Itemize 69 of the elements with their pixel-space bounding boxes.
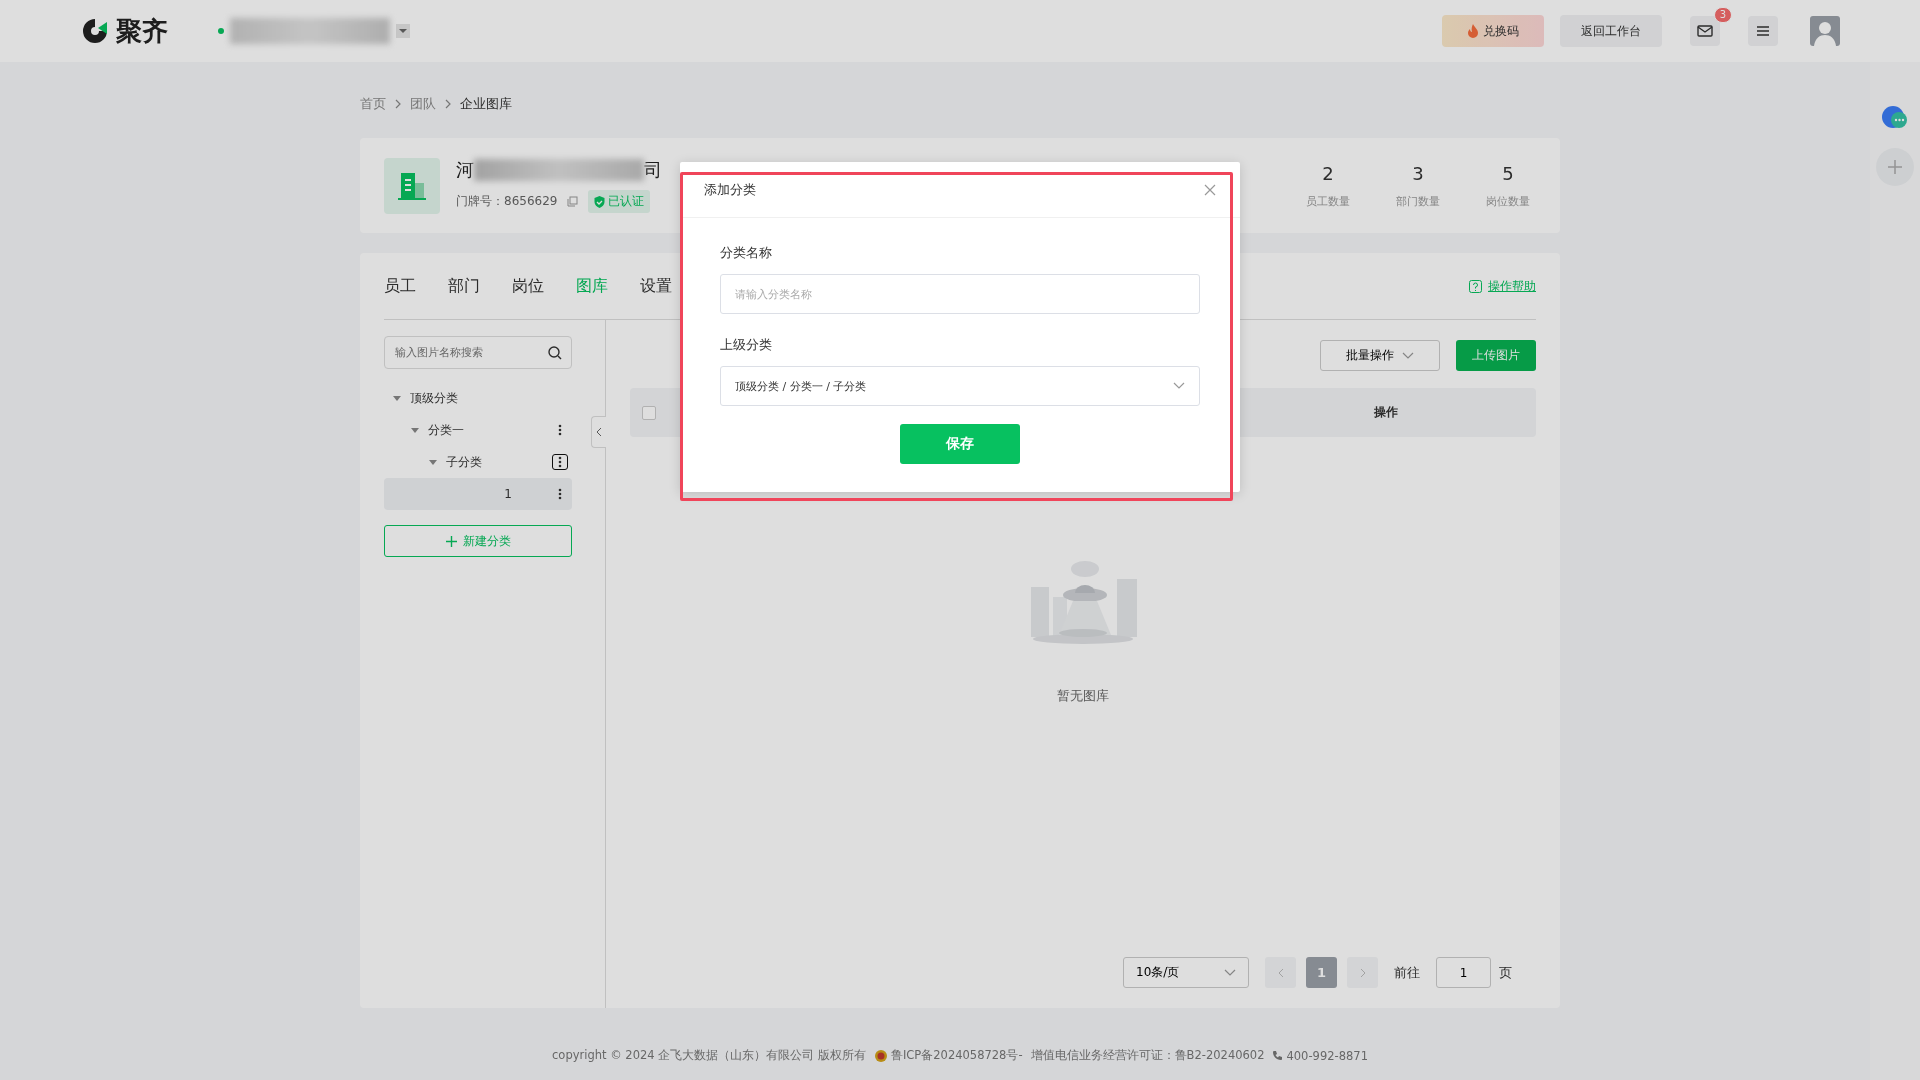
redeem-button[interactable]: 兑换码 [1442,15,1544,47]
company-name: 河 [456,158,474,182]
tree-item[interactable]: 1 [384,478,572,510]
tab[interactable]: 部门 [448,275,512,297]
plus-icon [445,535,457,547]
stat-value: 2 [1322,162,1334,184]
chevron-right-icon [444,99,452,109]
more-icon[interactable] [552,454,568,470]
empty-text: 暂无图库 [1057,687,1109,705]
goto-label: 前往 [1394,963,1420,982]
tree-item[interactable]: 分类一 [384,414,572,446]
chevron-left-icon [596,427,602,437]
tab[interactable]: 设置 [640,275,704,297]
search-icon[interactable] [548,346,562,360]
field-label: 分类名称 [720,244,773,262]
status-dot-icon [218,28,224,34]
shield-check-icon [594,195,606,208]
checkbox[interactable] [642,405,656,420]
field-label: 上级分类 [720,336,773,354]
caret-down-icon[interactable] [392,393,402,403]
stat-label: 部门数量 [1396,193,1440,209]
stat-label: 员工数量 [1306,193,1350,209]
copyright-text: copyright © 2024 企飞大数据（山东）有限公司 版权所有 [552,1048,866,1063]
tree-item[interactable]: 顶级分类 [384,382,572,414]
search-field[interactable]: 输入图片名称搜索 [384,336,572,369]
add-icon[interactable] [1876,148,1914,186]
column-header: 操作 [1373,404,1399,421]
phone-number: 400-992-8871 [1286,1048,1368,1063]
menu-icon[interactable] [1748,16,1778,46]
stat-value: 5 [1502,162,1514,184]
verified-tag: 已认证 [588,190,651,213]
company-name: 司 [644,158,662,182]
page-input[interactable]: 1 [1436,957,1491,988]
icp-link[interactable]: 鲁ICP备2024058728号- [890,1048,1023,1063]
chevron-right-icon [394,99,402,109]
avatar-icon[interactable] [1810,16,1840,46]
batch-action-button[interactable]: 批量操作 [1320,340,1440,371]
tree-item[interactable]: 子分类 [384,446,572,478]
flame-icon [1467,24,1479,38]
dropdown-icon[interactable] [396,24,410,38]
help-icon[interactable] [1469,279,1482,293]
logo-icon [80,16,110,46]
parent-category-select[interactable]: 顶级分类 / 分类一 / 子分类 [720,366,1200,406]
page-suffix: 页 [1499,963,1512,982]
license-text: 增值电信业务经营许可证：鲁B2-20240602 [1030,1048,1265,1063]
category-name-field[interactable]: 请输入分类名称 [720,274,1200,314]
police-emblem-icon [873,1048,888,1063]
building-icon [384,157,440,214]
logo-text: 聚齐 [116,14,168,48]
caret-down-icon[interactable] [410,425,420,435]
tab[interactable]: 岗位 [512,275,576,297]
phone-icon [1272,1050,1284,1061]
mail-icon [1697,25,1713,37]
door-number: 门牌号：8656629 [456,193,558,210]
breadcrumb-link[interactable]: 企业图库 [460,95,512,113]
workbench-button[interactable]: 返回工作台 [1560,15,1662,47]
chevron-down-icon [1224,968,1236,977]
mail-button[interactable] [1690,16,1720,46]
chevron-down-icon [1173,382,1185,390]
tab[interactable]: 员工 [384,275,448,297]
copy-icon[interactable] [567,196,579,207]
caret-down-icon[interactable] [428,457,438,467]
page-size-select[interactable]: 10条/页 [1123,957,1249,988]
dialog-title: 添加分类 [704,180,756,199]
chevron-down-icon [1402,351,1414,360]
notification-badge: 3 [1713,7,1732,23]
close-icon[interactable] [1204,183,1216,196]
stat-label: 岗位数量 [1486,193,1530,209]
stat-value: 3 [1412,162,1424,184]
